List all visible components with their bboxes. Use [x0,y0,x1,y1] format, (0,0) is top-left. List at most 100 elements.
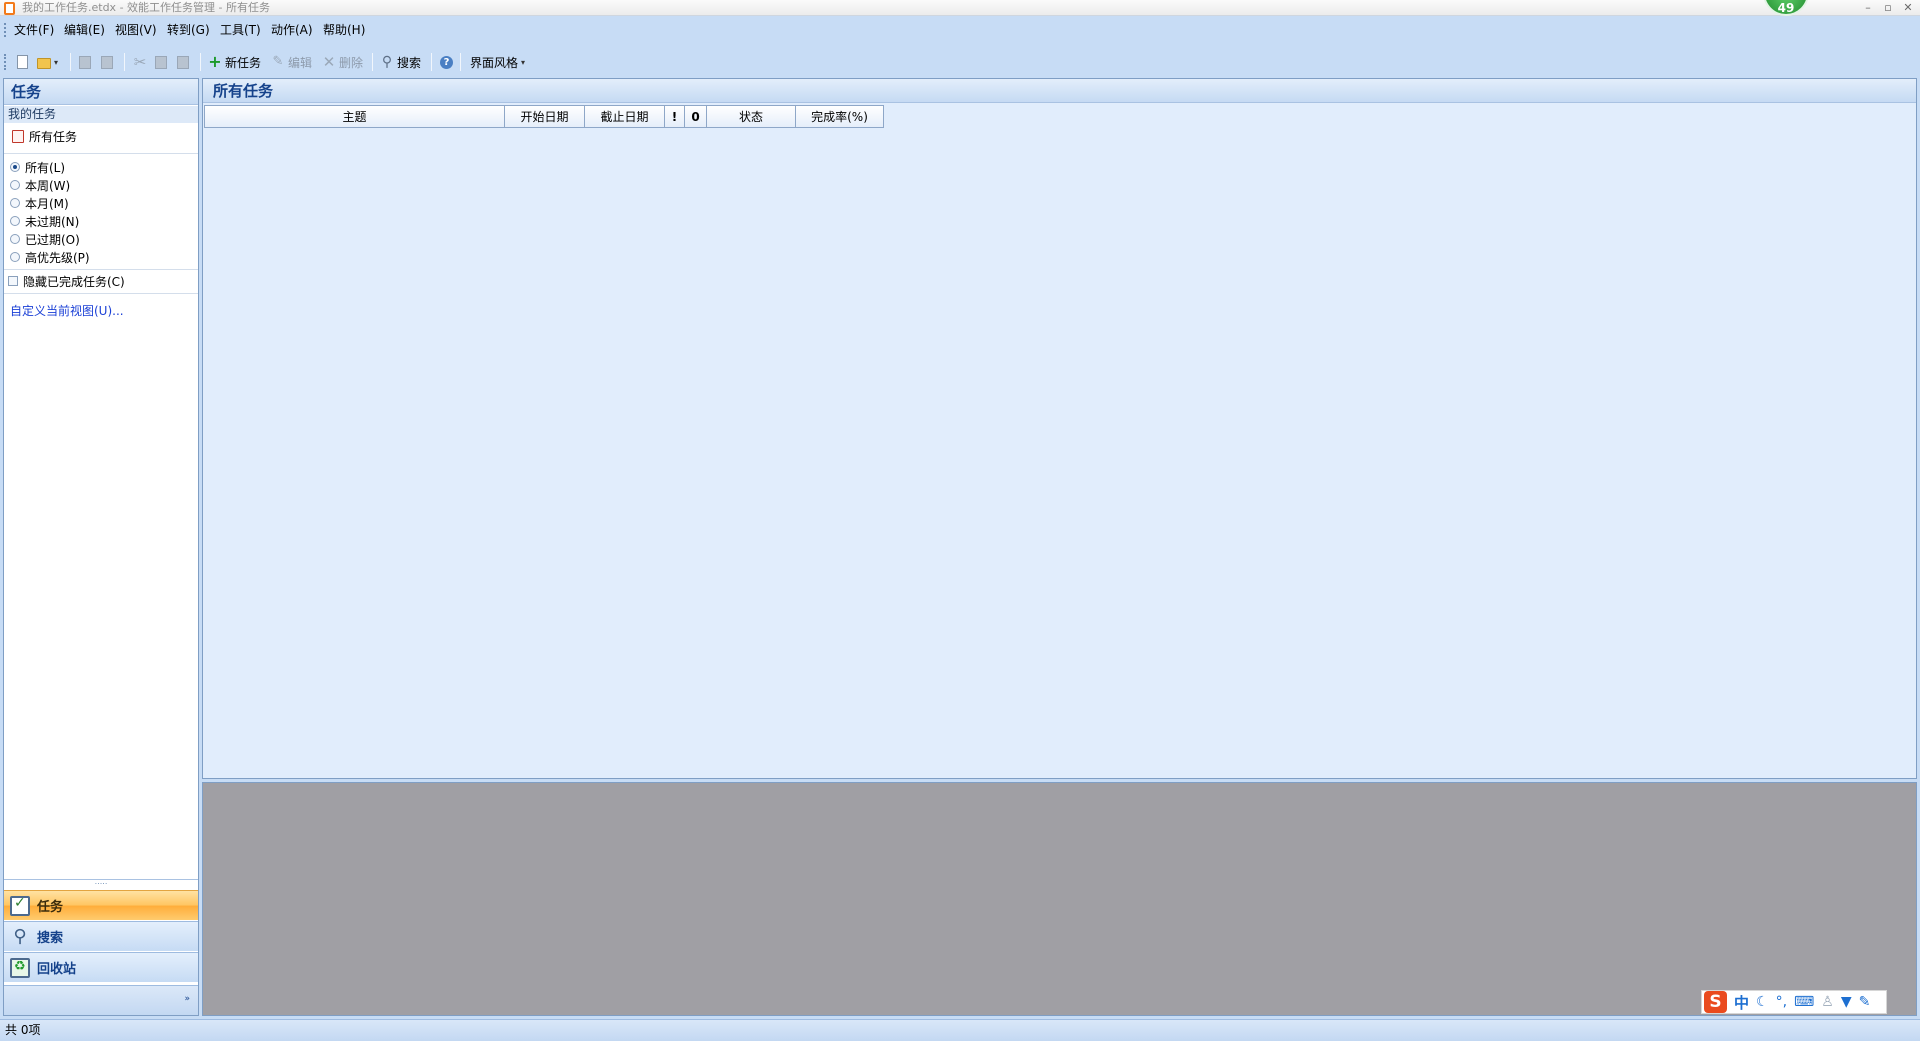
customize-view-link[interactable]: 自定义当前视图(U)... [10,302,124,319]
search-button[interactable]: ⚲ 搜索 [377,51,424,73]
toolbar-separator [70,53,71,71]
nav-search-button[interactable]: ⚲ 搜索 [4,921,198,951]
search-label: 搜索 [397,55,422,70]
open-dropdown-icon: ▾ [54,57,59,67]
folder-all-tasks[interactable]: 所有任务 [12,127,77,145]
toolbar-separator [372,53,373,71]
menu-view[interactable]: 视图(V) [113,21,159,39]
filter-not-overdue[interactable]: 未过期(N) [10,213,79,229]
column-priority[interactable]: ! [665,105,685,128]
ime-toolbar: S 中 ☾ °, ⌨ ♙ ▼ ✎ [1701,990,1887,1014]
copy-icon [155,55,167,69]
new-task-label: 新任务 [225,55,262,70]
filter-high-priority-label: 高优先级(P) [25,250,90,265]
task-grid-header: 主题 开始日期 截止日期 ! 0 状态 完成率(%) [204,105,884,128]
pane-splitter[interactable]: ..... [4,878,198,886]
column-completion[interactable]: 完成率(%) [796,105,884,128]
navigation-pane: 任务 我的任务 所有任务 所有(L) 本周(W) 本月(M) 未过期(N) 已过… [3,78,199,1016]
radio-icon[interactable] [10,162,20,172]
toolbar-grip [4,54,7,70]
menu-edit[interactable]: 编辑(E) [62,21,107,39]
menu-goto[interactable]: 转到(G) [165,21,212,39]
my-tasks-group[interactable]: 我的任务 [4,106,198,123]
recycle-icon [10,957,30,978]
menu-tools[interactable]: 工具(T) [218,21,263,39]
radio-icon[interactable] [10,216,20,226]
radio-icon[interactable] [10,252,20,262]
checkbox-icon[interactable] [8,276,18,286]
filter-all-label: 所有(L) [25,160,66,175]
filter-not-overdue-label: 未过期(N) [25,214,80,229]
paste-icon [177,55,189,69]
column-start-date[interactable]: 开始日期 [505,105,585,128]
chevron-down-icon: » [184,994,190,1004]
copy-button[interactable] [152,51,170,73]
toolbar-separator [124,53,125,71]
nav-recycle-button[interactable]: 回收站 [4,952,198,982]
new-file-button[interactable] [14,51,31,73]
menu-grip [4,23,7,37]
filter-this-month[interactable]: 本月(M) [10,195,69,211]
print-icon [79,55,91,69]
nav-tasks-button[interactable]: 任务 [4,890,198,920]
moon-icon[interactable]: ☾ [1756,994,1769,1010]
plus-icon: + [208,52,222,71]
help-button[interactable]: ? [437,51,456,73]
cut-button[interactable]: ✂ [130,51,150,73]
page-title: 所有任务 [203,79,1916,103]
filter-high-priority[interactable]: 高优先级(P) [10,249,90,265]
skin-icon[interactable]: ▼ [1841,994,1852,1010]
window-title: 我的工作任务.etdx - 效能工作任务管理 - 所有任务 [22,1,270,14]
new-task-button[interactable]: + 新任务 [205,51,264,73]
delete-label: 删除 [339,55,364,70]
filter-this-month-label: 本月(M) [25,196,69,211]
filter-this-week[interactable]: 本周(W) [10,177,70,193]
punctuation-icon[interactable]: °, [1776,994,1787,1010]
print-button[interactable] [76,51,94,73]
filter-all[interactable]: 所有(L) [10,159,65,175]
nav-configure-button[interactable]: » [4,985,198,1015]
preview-pane [202,782,1917,1016]
menu-help[interactable]: 帮助(H) [321,21,367,39]
radio-icon[interactable] [10,234,20,244]
keyboard-icon[interactable]: ⌨ [1794,994,1814,1010]
toolbar: ▾ ✂ + 新任务 ✎ 编辑 ✕ 删除 ⚲ 搜索 ? 界面风格 ▾ [0,49,1920,75]
restore-button[interactable]: ▫ [1878,0,1898,16]
help-icon: ? [440,55,453,69]
radio-icon[interactable] [10,180,20,190]
user-icon[interactable]: ♙ [1821,994,1834,1010]
chevron-down-icon: ▾ [521,57,526,67]
menu-file[interactable]: 文件(F) [12,21,56,39]
nav-search-label: 搜索 [37,931,64,946]
ime-language-toggle[interactable]: 中 [1734,992,1749,1013]
nav-recycle-label: 回收站 [37,962,77,977]
column-due-date[interactable]: 截止日期 [585,105,665,128]
close-button[interactable]: ✕ [1898,0,1918,16]
nav-tasks-label: 任务 [37,900,64,915]
menu-bar: 文件(F) 编辑(E) 视图(V) 转到(G) 工具(T) 动作(A) 帮助(H… [0,17,1920,43]
title-bar: 我的工作任务.etdx - 效能工作任务管理 - 所有任务 49 – ▫ ✕ [0,0,1920,16]
divider [4,153,198,154]
magnifier-icon: ⚲ [13,925,27,947]
column-status[interactable]: 状态 [707,105,796,128]
paste-button[interactable] [174,51,192,73]
menu-actions[interactable]: 动作(A) [269,21,315,39]
toolbar-separator [431,53,432,71]
radio-icon[interactable] [10,198,20,208]
column-attachment[interactable]: 0 [685,105,707,128]
open-file-button[interactable]: ▾ [34,51,61,73]
open-folder-icon [37,58,51,69]
settings-icon[interactable]: ✎ [1859,994,1871,1010]
delete-button[interactable]: ✕ 删除 [319,51,366,73]
edit-button[interactable]: ✎ 编辑 [268,51,315,73]
theme-dropdown[interactable]: 界面风格 ▾ [467,51,528,73]
toolbar-separator [460,53,461,71]
hide-completed-checkbox[interactable]: 隐藏已完成任务(C) [8,273,125,289]
hide-completed-label: 隐藏已完成任务(C) [23,274,125,289]
column-subject[interactable]: 主题 [204,105,505,128]
minimize-button[interactable]: – [1858,0,1878,16]
sogou-logo-icon[interactable]: S [1704,991,1727,1013]
filter-overdue[interactable]: 已过期(O) [10,231,80,247]
print-preview-button[interactable] [98,51,116,73]
notification-badge[interactable]: 49 [1763,0,1809,16]
